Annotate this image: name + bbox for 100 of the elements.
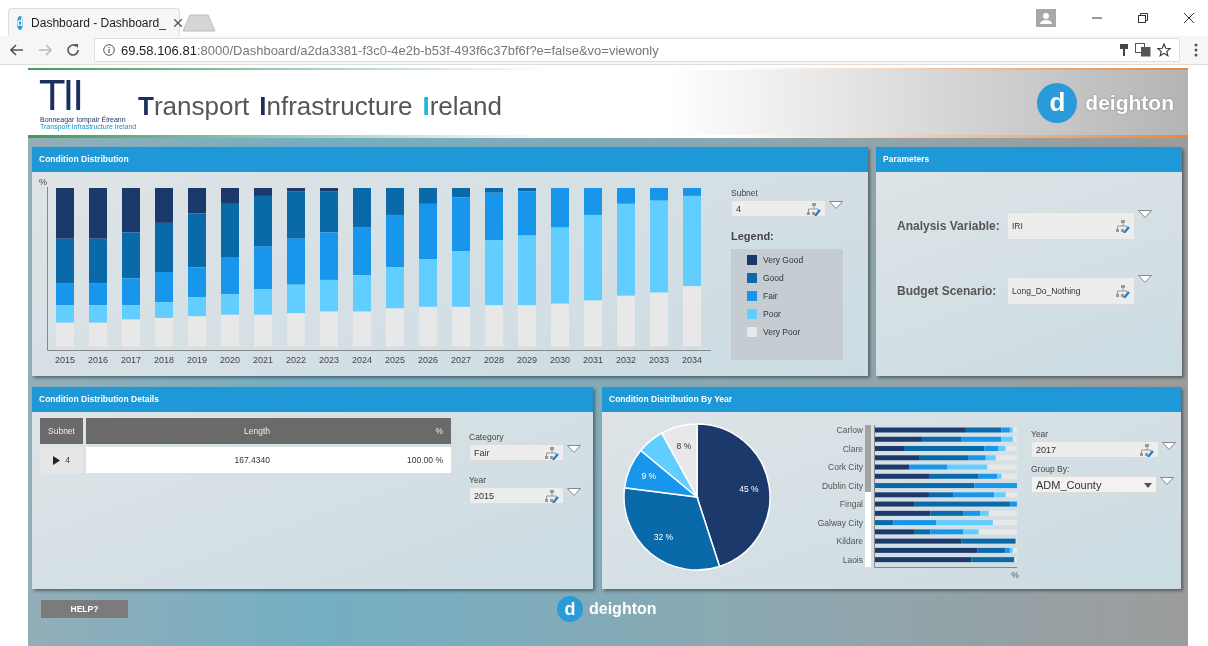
column-header: % — [434, 426, 444, 436]
field-label: Category — [469, 432, 504, 442]
field-label: Budget Scenario: — [897, 284, 998, 298]
axis-label: Cork City — [828, 462, 863, 473]
help-button[interactable]: HELP? — [41, 600, 128, 618]
axis-label: 2024 — [352, 355, 372, 365]
dropdown-triangle-icon[interactable] — [1138, 275, 1152, 283]
brand-name: deighton — [589, 600, 657, 618]
axis-label: 2031 — [583, 355, 603, 365]
column-header: Subnet — [40, 418, 83, 444]
axis-label: 2022 — [286, 355, 306, 365]
menu-icon[interactable] — [1194, 43, 1198, 57]
star-icon[interactable] — [1157, 43, 1171, 57]
axis-label: 2019 — [187, 355, 207, 365]
axis-label: 2034 — [682, 355, 702, 365]
axis-label: 2015 — [55, 355, 75, 365]
select-field[interactable]: IRI — [1007, 212, 1135, 240]
scrollbar[interactable] — [865, 425, 871, 567]
legend-title: Legend: — [731, 230, 775, 242]
field-label: Analysis Variable: — [897, 219, 1001, 233]
legend-label: Poor — [763, 309, 781, 319]
data-label: 9 % — [641, 471, 657, 482]
axis-label: Kildare — [836, 536, 863, 547]
legend-label: Very Good — [763, 255, 804, 265]
forward-icon[interactable] — [38, 44, 52, 56]
axis-label: 2032 — [616, 355, 636, 365]
field-label: Group By: — [1031, 464, 1071, 474]
axis-label: 2029 — [517, 355, 537, 365]
dropdown-triangle-icon[interactable] — [1138, 210, 1152, 218]
panel-title: Parameters — [876, 147, 1182, 172]
brand-name: deighton — [1085, 90, 1174, 115]
axis-label: 2025 — [385, 355, 405, 365]
dropdown-triangle-icon[interactable] — [829, 201, 843, 209]
axis-unit: % — [1011, 570, 1019, 580]
tree-pencil-icon — [545, 489, 559, 503]
field-label: Year — [1031, 429, 1050, 439]
axis-label: Laois — [842, 554, 863, 565]
axis-label: 2021 — [253, 355, 273, 365]
axis-label: 2030 — [550, 355, 570, 365]
axis-label: 2028 — [484, 355, 504, 365]
panel-title: Condition Distribution — [32, 147, 868, 172]
tree-pencil-icon — [807, 202, 821, 216]
field-label: Subnet — [731, 188, 759, 198]
site-title: Transport Infrastructure Ireland — [138, 91, 502, 122]
restore-icon[interactable] — [1138, 13, 1148, 23]
brand-logo-icon: d — [557, 596, 583, 622]
tab-title: Dashboard - Dashboard_ — [31, 15, 166, 30]
legend-label: Good — [763, 273, 784, 283]
dropdown-triangle-icon[interactable] — [1162, 442, 1176, 450]
field-label: Year — [469, 475, 487, 485]
browser-tab[interactable]: d Dashboard - Dashboard_ — [8, 8, 180, 36]
caret-icon — [1144, 482, 1152, 488]
year-field[interactable]: 2017 — [1031, 441, 1159, 458]
axis-label: 2023 — [319, 355, 339, 365]
table-cell-text: 100.00 % — [406, 455, 444, 465]
translate-icon[interactable] — [1135, 43, 1151, 57]
dropdown-triangle-icon[interactable] — [567, 488, 581, 496]
axis-label: 2027 — [451, 355, 471, 365]
legend-label: Very Poor — [763, 327, 801, 337]
axis-label: Fingal — [839, 499, 863, 510]
table-cell: 4 — [65, 455, 70, 465]
tree-pencil-icon — [545, 446, 559, 460]
back-icon[interactable] — [10, 44, 24, 56]
axis-label: 2016 — [88, 355, 108, 365]
data-label: 45 % — [739, 483, 759, 494]
reload-icon[interactable] — [66, 43, 80, 57]
dropdown-triangle-icon[interactable] — [1160, 477, 1174, 485]
column-header: Length — [243, 426, 270, 436]
panel-title: Condition Distribution By Year — [602, 387, 1181, 412]
select-field[interactable]: Long_Do_Nothing — [1007, 277, 1135, 305]
data-label: 32 % — [653, 532, 674, 543]
subnet-field[interactable]: 4 — [731, 200, 826, 217]
dropdown-triangle-icon[interactable] — [567, 445, 581, 453]
tree-pencil-icon — [1116, 219, 1130, 233]
key-icon[interactable] — [1119, 43, 1129, 57]
expand-triangle-icon[interactable] — [53, 455, 61, 465]
tree-pencil-icon — [1140, 443, 1154, 457]
axis-label: Clare — [842, 443, 863, 454]
group-by-dropdown[interactable]: ADM_County — [1031, 476, 1157, 493]
logo-mark: TII — [40, 75, 83, 116]
site-icon: d — [17, 15, 24, 30]
axis-label: Carlow — [836, 425, 863, 435]
brand-logo-icon: d — [1037, 82, 1078, 123]
axis-label: Dublin City — [821, 480, 863, 491]
select-field[interactable]: 2015 — [469, 487, 564, 504]
axis-label: 2026 — [418, 355, 438, 365]
tree-pencil-icon — [1116, 284, 1130, 298]
address-field[interactable]: 69.58.106.81:8000/Dashboard/a2da3381-f3c0-4e2b-b53f-493f6c37bf6f?e=false&vo=viewonly — [94, 38, 1180, 62]
user-icon[interactable] — [1036, 9, 1056, 27]
axis-unit: % — [39, 177, 47, 187]
close-tab-icon[interactable] — [173, 18, 182, 27]
axis-label: 2020 — [220, 355, 240, 365]
data-label: 8 % — [676, 441, 692, 452]
legend-label: Fair — [763, 291, 778, 301]
axis-label: Galway City — [817, 517, 863, 528]
axis-label: 2017 — [121, 355, 141, 365]
close-icon[interactable] — [1184, 13, 1194, 23]
select-field[interactable]: Fair — [469, 444, 564, 461]
axis-label: 2018 — [154, 355, 174, 365]
info-icon — [103, 44, 115, 56]
